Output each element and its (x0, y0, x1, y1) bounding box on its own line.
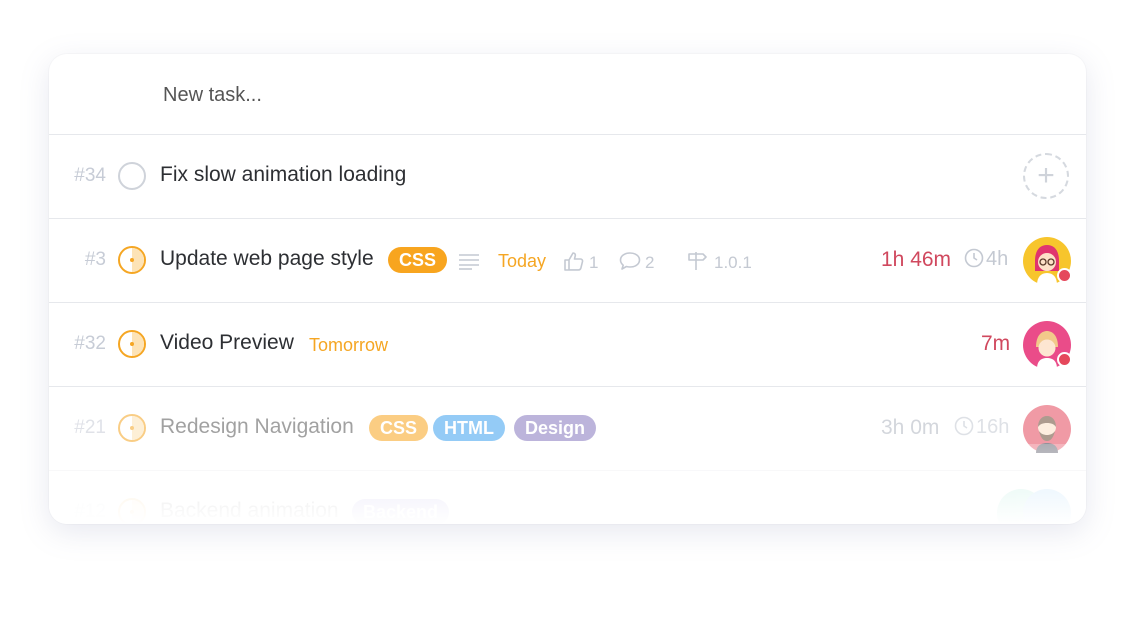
likes-value: 1 (589, 253, 599, 272)
assignee-avatar[interactable] (1023, 405, 1071, 453)
tag-backend[interactable]: Backend (352, 499, 450, 524)
task-list-card: #34 Fix slow animation loading + #3 Upda… (49, 54, 1086, 524)
milestone-icon (688, 252, 707, 270)
time-tracked[interactable]: 1h 46m (881, 248, 951, 272)
task-title[interactable]: Backend animation (160, 499, 339, 523)
thumbs-up-icon (564, 252, 584, 271)
comments-value: 2 (645, 253, 655, 272)
assignee-avatar[interactable] (1023, 489, 1071, 524)
plus-icon: + (1037, 159, 1055, 192)
likes-count[interactable]: 1 (563, 251, 598, 273)
task-title[interactable]: Update web page style (160, 247, 374, 271)
time-tracked[interactable]: 3h 0m (881, 416, 939, 440)
comment-icon (619, 252, 641, 270)
comments-count[interactable]: 2 (619, 251, 654, 273)
due-date: Tomorrow (309, 335, 389, 355)
task-number: #3 (84, 249, 106, 270)
tag-css[interactable]: CSS (388, 247, 448, 273)
status-in-progress-icon[interactable] (118, 498, 146, 524)
tag-css[interactable]: CSS (369, 415, 429, 441)
task-number: #21 (74, 417, 106, 438)
estimate-value: 4h (986, 248, 1009, 270)
task-title[interactable]: Redesign Navigation (160, 415, 354, 439)
status-in-progress-icon[interactable] (118, 414, 146, 442)
clock-icon (964, 248, 984, 268)
online-badge (1057, 268, 1072, 283)
version-label[interactable]: 1.0.1 (686, 251, 752, 273)
status-in-progress-icon[interactable] (118, 330, 146, 358)
clock-icon (954, 416, 974, 436)
task-title[interactable]: Video Preview (160, 331, 294, 355)
tag-design[interactable]: Design (514, 415, 597, 441)
due-date: Today (498, 251, 547, 271)
assignee-avatar[interactable] (1023, 237, 1072, 285)
status-empty-icon[interactable] (118, 162, 146, 190)
task-title[interactable]: Fix slow animation loading (160, 163, 406, 187)
time-estimate: 4h (964, 248, 1008, 271)
task-number: #32 (74, 333, 106, 354)
add-assignee-button[interactable]: + (1023, 153, 1069, 199)
estimate-value: 16h (976, 416, 1010, 438)
task-number: #34 (74, 165, 106, 186)
task-row[interactable]: #32 Video Preview Tomorrow 7m (49, 303, 1086, 387)
tag-html[interactable]: HTML (433, 415, 505, 441)
new-task-bar (49, 54, 1086, 135)
time-tracked[interactable]: 7m (981, 332, 1010, 356)
assignee-avatar[interactable] (1023, 321, 1072, 369)
task-row[interactable]: #12 Backend animation Backend (49, 471, 1086, 524)
version-value: 1.0.1 (714, 253, 752, 272)
notes-icon (458, 252, 484, 272)
time-estimate: 16h (954, 416, 1009, 439)
task-row[interactable]: #21 Redesign Navigation CSS HTML Design … (49, 387, 1086, 471)
task-row[interactable]: #3 Update web page style CSS Today 1 2 1… (49, 219, 1086, 303)
new-task-input[interactable] (161, 78, 765, 112)
online-badge (1057, 352, 1072, 367)
task-row[interactable]: #34 Fix slow animation loading + (49, 135, 1086, 219)
status-in-progress-icon[interactable] (118, 246, 146, 274)
task-number: #12 (74, 501, 106, 522)
